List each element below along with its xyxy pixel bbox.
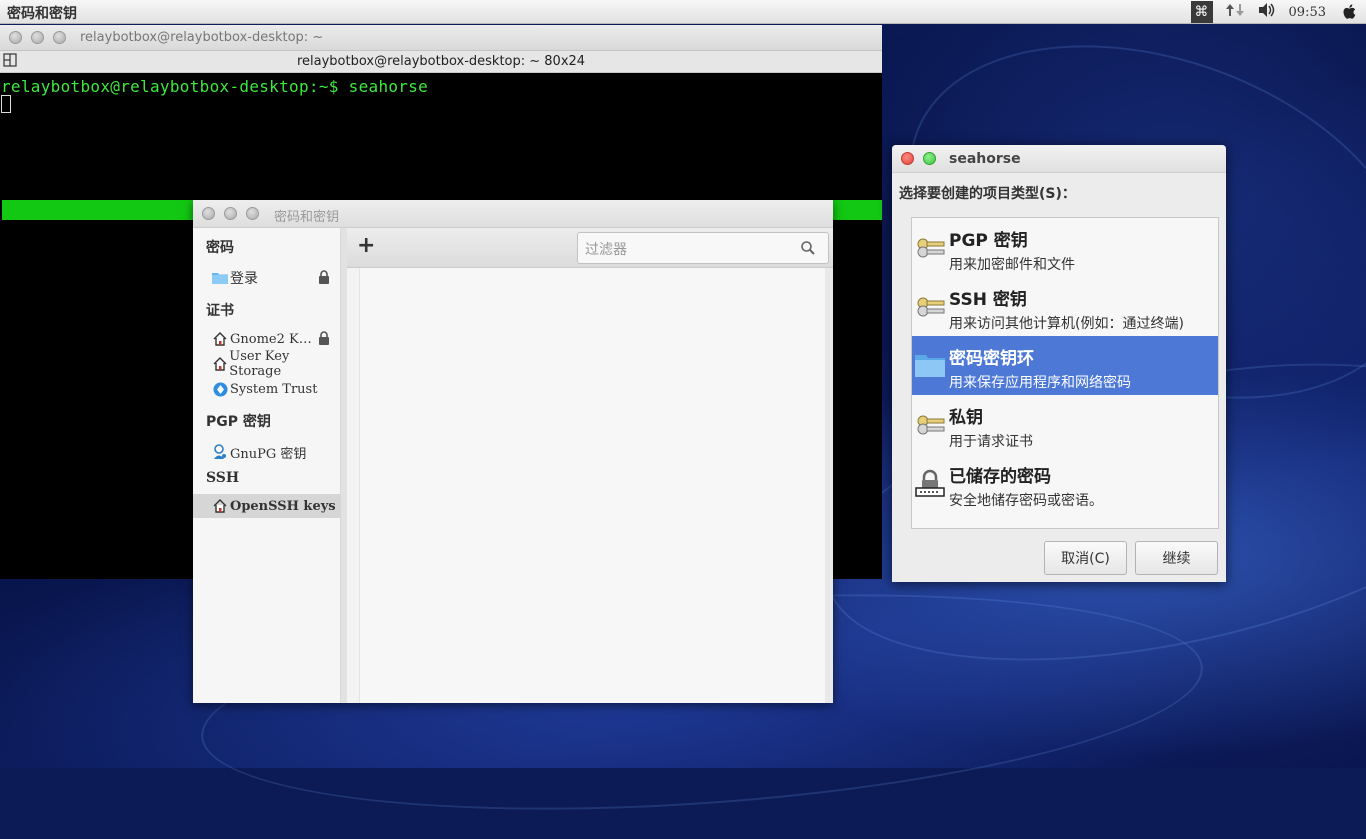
home-icon [212, 498, 228, 514]
sidebar-header-certificates: 证书 [206, 303, 234, 319]
maximize-button[interactable] [246, 207, 259, 220]
type-item-private-key[interactable]: 私钥 用于请求证书 [912, 395, 1218, 454]
sidebar-item-label: GnuPG 密钥 [230, 446, 307, 462]
sidebar-item-user-key-storage[interactable]: User Key Storage [212, 349, 340, 379]
maximize-button[interactable] [53, 31, 66, 44]
sidebar-header-ssh: SSH [206, 470, 240, 486]
split-view-icon[interactable] [3, 53, 17, 71]
folder-icon [914, 349, 946, 381]
type-item-description: 用于请求证书 [949, 434, 1033, 450]
type-item-name: SSH 密钥 [949, 290, 1027, 310]
sidebar-item-label: Gnome2 K… [230, 331, 312, 347]
keys-window-title: 密码和密钥 [274, 210, 340, 225]
sidebar-item-label: 登录 [230, 271, 258, 287]
terminal-window-title: relaybotbox@relaybotbox-desktop: ~ [80, 30, 324, 45]
volume-icon[interactable] [1257, 2, 1277, 22]
close-button[interactable] [202, 207, 215, 220]
system-trust-icon [212, 381, 228, 397]
item-type-list: PGP 密钥 用来加密邮件和文件 SSH 密钥 用来访问其他计算机(例如：通过终… [911, 217, 1219, 529]
network-icon[interactable] [1225, 2, 1245, 22]
sidebar-item-label: User Key Storage [229, 349, 290, 379]
type-item-name: 私钥 [949, 408, 983, 428]
user-key-icon [212, 444, 228, 460]
type-item-description: 用来加密邮件和文件 [949, 257, 1075, 273]
folder-icon [212, 270, 228, 286]
dialog-title: seahorse [949, 151, 1021, 167]
terminal-titlebar[interactable]: relaybotbox@relaybotbox-desktop: ~ [0, 25, 882, 51]
type-item-description: 用来保存应用程序和网络密码 [949, 375, 1131, 391]
terminal-cursor [1, 95, 11, 113]
type-item-name: 密码密钥环 [949, 349, 1034, 369]
sidebar-item-login[interactable]: 登录 [212, 267, 340, 289]
keys-toolbar: + 过滤器 [347, 228, 833, 268]
dialog-titlebar[interactable]: seahorse [892, 145, 1226, 173]
minimize-button[interactable] [31, 31, 44, 44]
close-button[interactable] [9, 31, 22, 44]
top-panel: 密码和密钥 ⌘ 09:53 [0, 0, 1366, 24]
continue-button[interactable]: 继续 [1135, 541, 1218, 575]
password-lock-icon [914, 467, 946, 499]
search-icon [800, 240, 816, 260]
filter-input[interactable]: 过滤器 [577, 232, 829, 264]
type-item-name: PGP 密钥 [949, 231, 1028, 251]
system-tray: ⌘ 09:53 [1190, 0, 1366, 24]
sidebar-item-gnome2[interactable]: Gnome2 K… [212, 328, 340, 350]
sidebar-header-passwords: 密码 [206, 240, 234, 256]
clock[interactable]: 09:53 [1289, 5, 1326, 20]
keys-icon [914, 290, 946, 322]
apple-menu-icon[interactable] [1340, 2, 1360, 22]
minimize-button[interactable] [224, 207, 237, 220]
keyring-sidebar: 密码 登录 证书 Gnome2 K… User Key Storage Syst… [193, 228, 341, 703]
keys-icon [914, 408, 946, 440]
terminal-tab-title[interactable]: relaybotbox@relaybotbox-desktop: ~ 80x24 [0, 54, 882, 69]
lock-icon [318, 270, 330, 288]
active-app-title: 密码和密钥 [7, 6, 77, 22]
close-button[interactable] [901, 152, 914, 165]
home-icon [212, 356, 227, 372]
type-item-name: 已储存的密码 [949, 467, 1051, 487]
type-item-stored-password[interactable]: 已储存的密码 安全地储存密码或密语。 [912, 454, 1218, 513]
type-item-description: 安全地储存密码或密语。 [949, 493, 1103, 509]
key-list-scrollbar[interactable] [825, 268, 833, 703]
sidebar-divider[interactable] [341, 228, 347, 703]
maximize-button[interactable] [923, 152, 936, 165]
dialog-prompt: 选择要创建的项目类型(S)： [899, 186, 1076, 202]
add-icon[interactable]: + [357, 234, 375, 258]
type-item-description: 用来访问其他计算机(例如：通过终端) [949, 316, 1184, 332]
sidebar-item-label: System Trust [230, 381, 318, 397]
type-item-ssh-key[interactable]: SSH 密钥 用来访问其他计算机(例如：通过终端) [912, 277, 1218, 336]
type-item-password-keyring[interactable]: 密码密钥环 用来保存应用程序和网络密码 [912, 336, 1218, 395]
cancel-button[interactable]: 取消(C) [1044, 541, 1127, 575]
create-item-dialog: seahorse 选择要创建的项目类型(S)： PGP 密钥 用来加密邮件和文件… [892, 145, 1226, 582]
sidebar-header-pgp: PGP 密钥 [206, 414, 271, 430]
sidebar-item-openssh[interactable]: OpenSSH keys [193, 494, 341, 518]
key-list-area[interactable] [359, 268, 825, 703]
sidebar-item-system-trust[interactable]: System Trust [212, 378, 340, 400]
home-icon [212, 331, 228, 347]
terminal-tab-bar: relaybotbox@relaybotbox-desktop: ~ 80x24 [0, 51, 882, 73]
keys-icon [914, 231, 946, 263]
sidebar-item-label: OpenSSH keys [230, 498, 336, 514]
type-item-pgp-key[interactable]: PGP 密钥 用来加密邮件和文件 [912, 218, 1218, 277]
sidebar-item-gnupg[interactable]: GnuPG 密钥 [212, 441, 340, 463]
lock-icon [318, 331, 330, 349]
filter-placeholder: 过滤器 [585, 242, 627, 258]
keys-window-titlebar[interactable]: 密码和密钥 [193, 200, 833, 228]
command-key-icon[interactable]: ⌘ [1190, 1, 1213, 23]
terminal-prompt-line: relaybotbox@relaybotbox-desktop:~$ seaho… [1, 77, 429, 96]
passwords-and-keys-window: 密码和密钥 密码 登录 证书 Gnome2 K… User Key Storag… [193, 200, 833, 703]
